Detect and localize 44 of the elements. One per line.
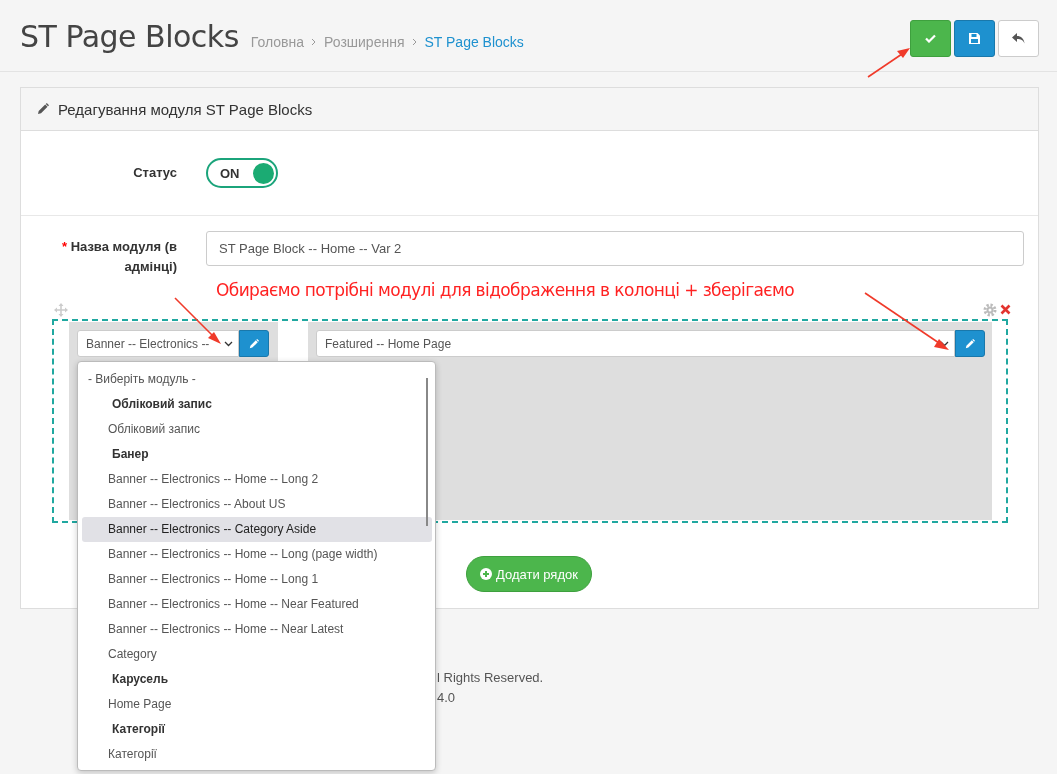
save-button[interactable]: [910, 20, 951, 57]
delete-icon[interactable]: [1000, 304, 1011, 315]
breadcrumb-separator-icon: [311, 38, 318, 46]
plus-circle-icon: [480, 568, 492, 580]
module-select[interactable]: Banner -- Electronics --: [77, 330, 239, 357]
dropdown-option[interactable]: Категорії: [82, 742, 432, 767]
check-icon: [925, 34, 936, 43]
option-group-label: Обліковий запис: [111, 396, 213, 413]
status-toggle[interactable]: ON: [206, 158, 278, 188]
dropdown-option[interactable]: Banner -- Electronics -- Home -- Long 1: [82, 567, 432, 592]
reply-icon: [1012, 33, 1025, 44]
dropdown-option[interactable]: Home Page: [82, 692, 432, 717]
save-stay-button[interactable]: [954, 20, 995, 57]
edit-button[interactable]: [239, 330, 269, 357]
status-label: Статус: [132, 164, 177, 182]
pencil-icon: [37, 103, 49, 115]
dropdown-option[interactable]: Banner -- Electronics -- Home -- Near Latest: [82, 617, 432, 642]
dropdown-option[interactable]: Banner -- Electronics -- Home -- Long (page width): [82, 542, 432, 567]
footer-text: 4.0: [437, 689, 457, 707]
option-group-label: Категорії: [111, 721, 166, 738]
pencil-icon: [249, 338, 259, 349]
annotation-arrow: [867, 48, 910, 78]
edit-button[interactable]: [955, 330, 985, 357]
option-group-label: Банер: [111, 446, 150, 463]
option-group-label: Карусель: [111, 671, 170, 688]
pencil-icon: [965, 338, 975, 349]
breadcrumb-separator-icon: [411, 38, 418, 46]
dropdown-option[interactable]: Обліковий запис: [82, 417, 432, 442]
footer-text: l Rights Reserved.: [437, 669, 545, 687]
dropdown-option[interactable]: Category: [82, 642, 432, 667]
dropdown-option[interactable]: Banner -- Electronics -- About US: [82, 492, 432, 517]
annotation-text: Обираємо потрібні модулі для відображення в колонці + зберігаємо: [216, 280, 795, 300]
page-title: ST Page Blocks: [20, 19, 239, 54]
dropdown-option[interactable]: Banner -- Electronics -- Category Aside: [82, 517, 432, 542]
dropdown-option[interactable]: Banner -- Electronics -- Home -- Near Featured: [82, 592, 432, 617]
dropdown-option[interactable]: - Виберіть модуль -: [82, 367, 432, 392]
back-button[interactable]: [998, 20, 1039, 57]
module-name-field[interactable]: ST Page Block -- Home -- Var 2: [206, 231, 1024, 266]
panel-title: Редагування модуля ST Page Blocks: [58, 100, 313, 118]
module-name-label: * Назва модуля (в адмінці): [60, 238, 177, 276]
chevron-down-icon: [224, 340, 233, 347]
scrollbar-thumb[interactable]: [426, 378, 428, 526]
dropdown-option[interactable]: Banner -- Electronics -- Home -- Long 2: [82, 467, 432, 492]
module-select[interactable]: Featured -- Home Page: [316, 330, 955, 357]
